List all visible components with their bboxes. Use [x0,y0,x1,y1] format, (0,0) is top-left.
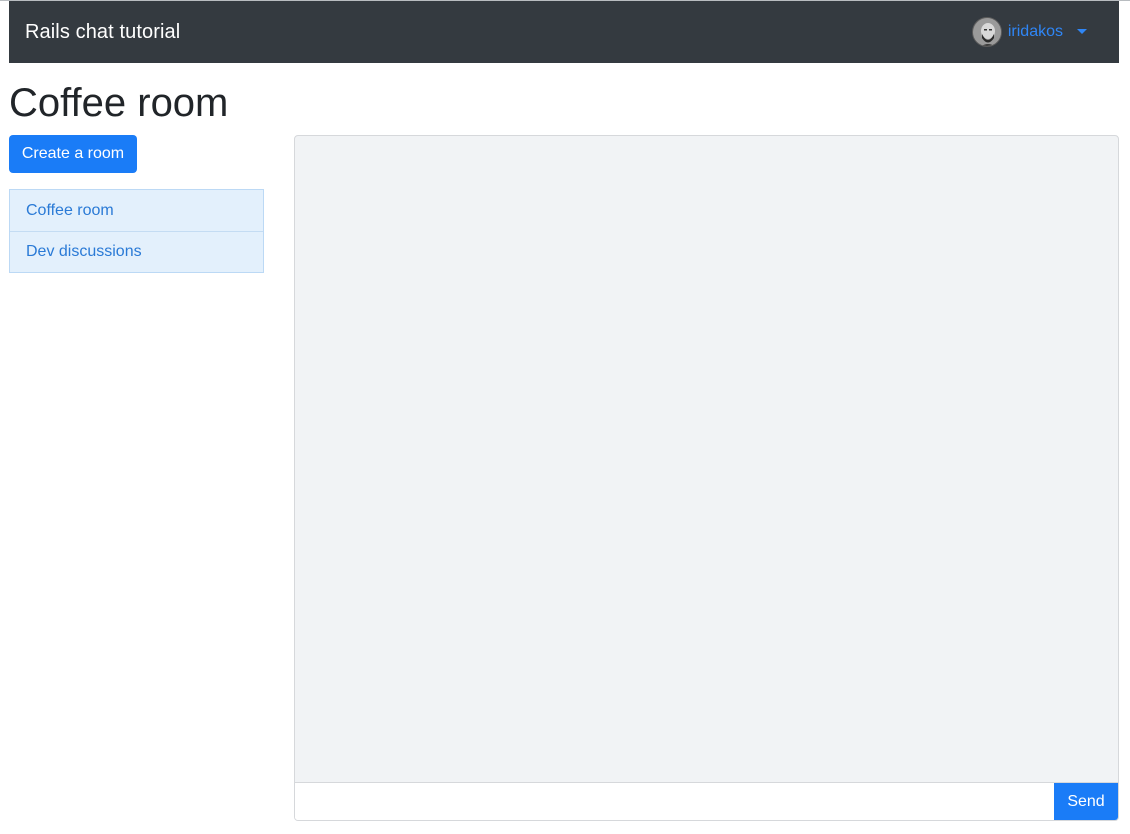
page-title: Coffee room [9,81,229,125]
send-button[interactable]: Send [1054,783,1118,820]
username-label[interactable]: iridakos [1008,23,1063,41]
user-menu-dropdown[interactable]: iridakos [971,17,1087,47]
navbar: Rails chat tutorial iridakos [9,1,1119,63]
room-list: Coffee room Dev discussions [9,189,264,273]
user-avatar-icon [971,17,1002,47]
message-input[interactable] [295,783,1054,820]
message-composer: Send [295,782,1118,820]
chevron-down-icon[interactable] [1077,28,1087,34]
messages-area[interactable] [295,136,1118,782]
chat-panel: Send [294,135,1119,821]
avatar-face-icon [972,18,1001,46]
page: Rails chat tutorial iridakos Coffee room… [0,0,1130,834]
room-list-item[interactable]: Dev discussions [10,231,263,272]
room-list-item[interactable]: Coffee room [10,190,263,231]
create-room-button[interactable]: Create a room [9,135,137,173]
navbar-brand[interactable]: Rails chat tutorial [25,21,180,44]
